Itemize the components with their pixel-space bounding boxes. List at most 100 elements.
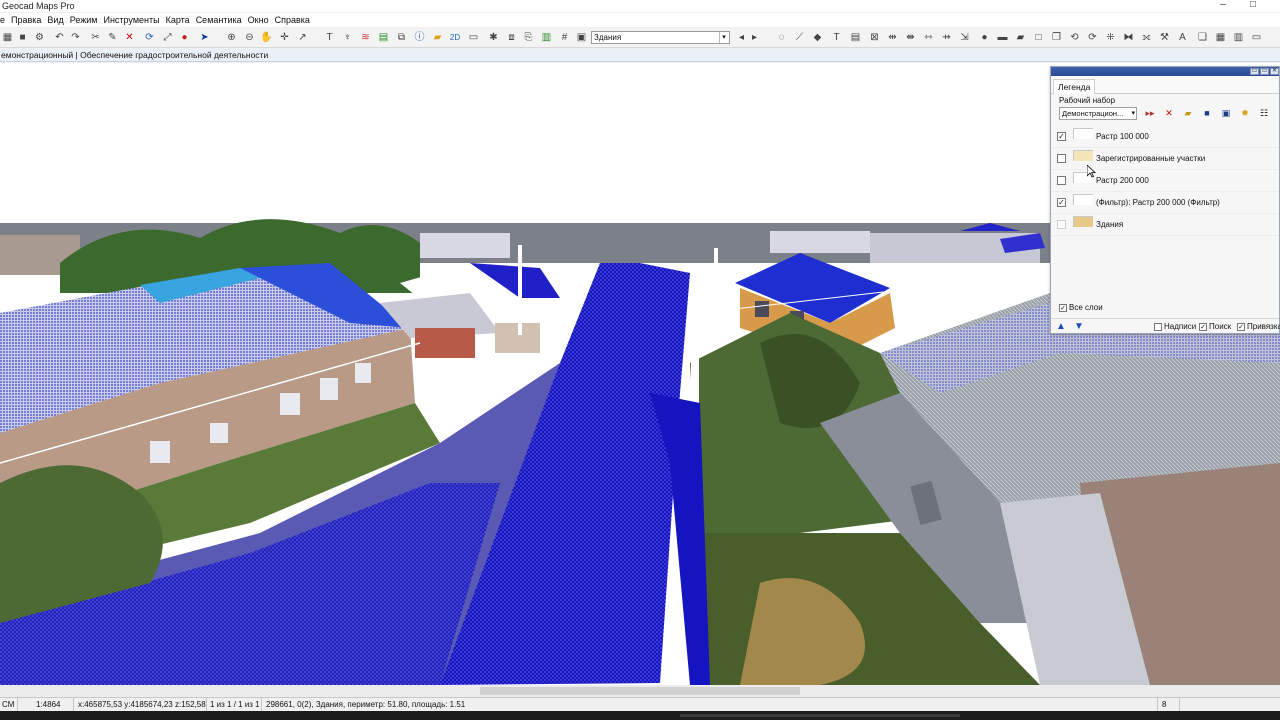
table-icon[interactable]: ▭ — [467, 31, 480, 44]
text-t-icon[interactable]: T — [323, 31, 336, 44]
layer-row[interactable]: ✓ (Фильтр): Растр 200 000 (Фильтр) — [1051, 192, 1279, 214]
menu-file[interactable]: е — [0, 13, 8, 27]
scissors-icon[interactable]: ✂ — [89, 31, 102, 44]
menu-tools[interactable]: Инструменты — [100, 13, 162, 27]
close-red-icon[interactable]: ✕ — [123, 31, 136, 44]
wrench-icon[interactable]: ✎ — [106, 31, 119, 44]
gear-edit-icon[interactable]: ✱ — [487, 31, 500, 44]
menu-semantics[interactable]: Семантика — [193, 13, 245, 27]
menu-help[interactable]: Справка — [272, 13, 313, 27]
save-icon[interactable]: ■ — [1200, 107, 1214, 120]
crop-icon[interactable]: ⤢ — [161, 31, 174, 44]
stack-icon[interactable]: ▦ — [1214, 31, 1227, 44]
distribute-icon[interactable]: ⇼ — [904, 31, 917, 44]
menu-view[interactable]: Вид — [44, 13, 66, 27]
join-icon[interactable]: ⧓ — [1122, 31, 1135, 44]
layer-row[interactable]: Здания — [1051, 214, 1279, 236]
document-tab[interactable]: емонстрационный | Обеспечение градострои… — [0, 49, 1280, 62]
cut-icon[interactable]: ⟗ — [1140, 31, 1153, 44]
line-edit-icon[interactable]: ⟋ — [793, 31, 806, 44]
database-icon[interactable]: ⧉ — [395, 31, 408, 44]
status-scale[interactable]: 1:4864 — [34, 698, 74, 712]
menu-mode[interactable]: Режим — [67, 13, 101, 27]
layer-select[interactable]: Здания ▾ — [591, 31, 730, 44]
legend-close-button[interactable]: ✕ — [1270, 68, 1279, 75]
chevron-down-icon[interactable]: ▾ — [719, 32, 728, 43]
arrow-down-icon[interactable]: ▼ — [1073, 321, 1085, 333]
arrow-up-icon[interactable]: ▲ — [1055, 321, 1067, 333]
minimize-button[interactable]: – — [1214, 0, 1232, 11]
hash-icon[interactable]: # — [558, 31, 571, 44]
resize-icon[interactable]: ⇲ — [958, 31, 971, 44]
folder-icon[interactable]: ▰ — [431, 31, 444, 44]
legend-caption-bar[interactable]: ▭ ▭ ✕ — [1051, 67, 1279, 76]
layer-row[interactable]: Растр 200 000 — [1051, 170, 1279, 192]
layer-checkbox[interactable]: ✓ — [1057, 198, 1066, 207]
layers-icon[interactable]: ≋ — [359, 31, 372, 44]
menu-map[interactable]: Карта — [163, 13, 193, 27]
duplicate-icon[interactable]: ❐ — [1050, 31, 1063, 44]
legend-float-button[interactable]: ▭ — [1250, 68, 1259, 75]
window-icon[interactable]: ▣ — [575, 31, 588, 44]
circle-icon[interactable]: ● — [978, 31, 991, 44]
node-icon[interactable]: ⁜ — [1104, 31, 1117, 44]
hand-icon[interactable]: ✋ — [260, 31, 273, 44]
nav-right-icon[interactable]: ▸ — [748, 31, 761, 44]
layer-checkbox[interactable]: ✓ — [1057, 132, 1066, 141]
option-checkbox[interactable] — [1154, 322, 1162, 331]
save-icon[interactable]: ■ — [16, 31, 29, 44]
fill-icon[interactable]: ◆ — [811, 31, 824, 44]
settings-icon[interactable]: ⚙ — [33, 31, 46, 44]
square-icon[interactable]: □ — [1032, 31, 1045, 44]
option-checkbox[interactable]: ✓ — [1237, 322, 1245, 331]
transform-icon[interactable]: ⟲ — [1068, 31, 1081, 44]
remove-layer-icon[interactable]: ✕ — [1162, 107, 1176, 120]
panel-icon[interactable]: ▭ — [1250, 31, 1263, 44]
rotate-icon[interactable]: ⟳ — [1086, 31, 1099, 44]
grid-icon[interactable]: ▦ — [1, 31, 14, 44]
properties-icon[interactable]: ☷ — [1257, 107, 1271, 120]
layer-checkbox[interactable] — [1057, 154, 1066, 163]
arrow-tool-icon[interactable]: ↗ — [296, 31, 309, 44]
chevron-down-icon[interactable]: ▾ — [1131, 108, 1135, 119]
binoculars-icon[interactable]: ♆ — [341, 31, 354, 44]
layer-checkbox[interactable] — [1057, 220, 1066, 229]
workset-select[interactable]: Демонстрацион... ▾ — [1059, 107, 1137, 120]
info-icon[interactable]: ⓘ — [413, 31, 426, 44]
nav-left-icon[interactable]: ◂ — [735, 31, 748, 44]
measure-icon[interactable]: ⇸ — [940, 31, 953, 44]
copy-icon[interactable]: ⧈ — [505, 31, 518, 44]
lightbulb-icon[interactable]: ✹ — [1238, 107, 1252, 120]
menu-window[interactable]: Окно — [245, 13, 272, 27]
save-as-icon[interactable]: ▣ — [1219, 107, 1233, 120]
crosshair-icon[interactable]: ✛ — [278, 31, 291, 44]
zoom-out-icon[interactable]: ⊖ — [243, 31, 256, 44]
refresh-icon[interactable]: ⟳ — [143, 31, 156, 44]
parallelogram-icon[interactable]: ▰ — [1014, 31, 1027, 44]
layer-checkbox[interactable] — [1057, 176, 1066, 185]
tools-icon[interactable]: ⚒ — [1158, 31, 1171, 44]
text-label-icon[interactable]: T — [830, 31, 843, 44]
layers-stack-icon[interactable]: ❏ — [1196, 31, 1209, 44]
font-icon[interactable]: A — [1176, 31, 1189, 44]
legend-pin-button[interactable]: ▭ — [1260, 68, 1269, 75]
split-icon[interactable]: ⊠ — [868, 31, 881, 44]
lasso-icon[interactable]: ◌ — [775, 31, 788, 44]
frame-icon[interactable]: ▤ — [849, 31, 862, 44]
calculator-icon[interactable]: ▥ — [540, 31, 553, 44]
undo-icon[interactable]: ↶ — [53, 31, 66, 44]
stretch-icon[interactable]: ⇿ — [922, 31, 935, 44]
palette-icon[interactable]: ▤ — [377, 31, 390, 44]
rect-icon[interactable]: ▬ — [996, 31, 1009, 44]
map-horizontal-scrollbar[interactable] — [0, 685, 1280, 697]
mode-2d-button[interactable]: 2D — [447, 31, 463, 44]
move-layers-icon[interactable]: ▸▸ — [1143, 107, 1157, 120]
layer-row[interactable]: Зарегистрированные участки — [1051, 148, 1279, 170]
menu-edit[interactable]: Правка — [8, 13, 44, 27]
option-labels[interactable]: Надписи — [1154, 322, 1196, 331]
trash-icon[interactable]: ▥ — [1232, 31, 1245, 44]
all-layers-toggle[interactable]: ✓ Все слои — [1059, 303, 1103, 312]
redo-icon[interactable]: ↷ — [69, 31, 82, 44]
option-checkbox[interactable]: ✓ — [1199, 322, 1207, 331]
align-h-icon[interactable]: ⇹ — [886, 31, 899, 44]
